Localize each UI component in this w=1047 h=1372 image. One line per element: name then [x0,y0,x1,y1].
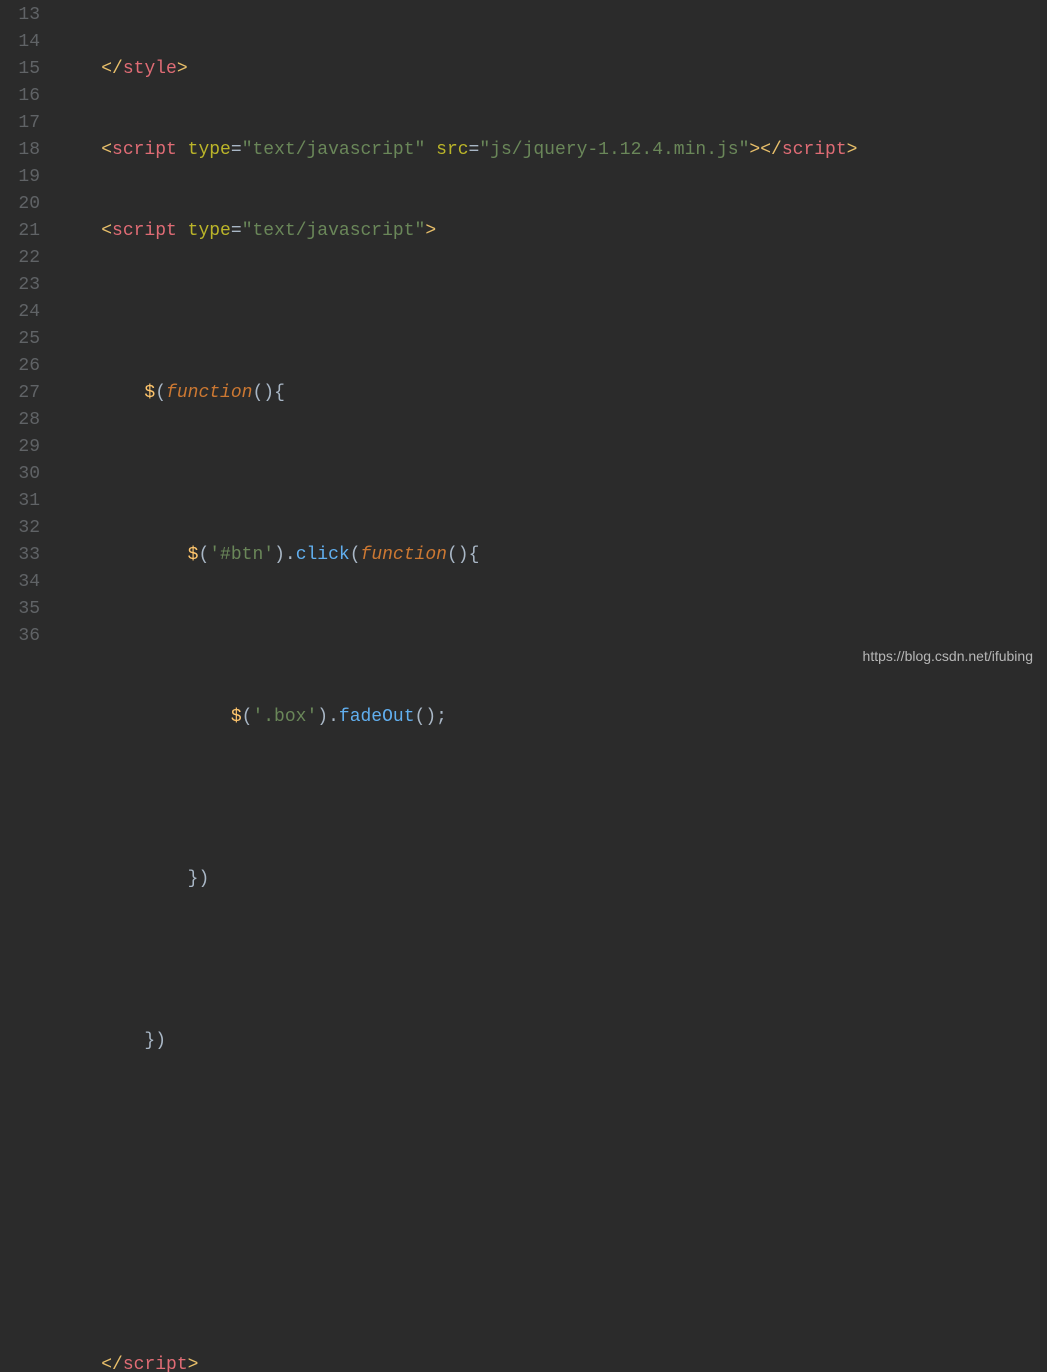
line-number: 34 [0,569,40,596]
code-editor[interactable]: 13 14 15 16 17 18 19 20 21 22 23 24 25 2… [0,0,1047,686]
code-line[interactable]: }) [58,1028,1047,1055]
code-line[interactable]: <script type="text/javascript" src="js/j… [58,137,1047,164]
code-line[interactable]: $('#btn').click(function(){ [58,542,1047,569]
line-number: 24 [0,299,40,326]
line-number: 28 [0,407,40,434]
line-number: 21 [0,218,40,245]
code-line[interactable] [58,299,1047,326]
line-number: 15 [0,56,40,83]
line-number: 25 [0,326,40,353]
line-number: 35 [0,596,40,623]
line-number: 17 [0,110,40,137]
line-number: 16 [0,83,40,110]
code-line[interactable]: </script> [58,1352,1047,1372]
code-line[interactable]: $('.box').fadeOut(); [58,704,1047,731]
line-number: 32 [0,515,40,542]
line-number: 33 [0,542,40,569]
line-number: 31 [0,488,40,515]
code-line[interactable] [58,947,1047,974]
line-number: 36 [0,623,40,650]
line-number: 27 [0,380,40,407]
code-line[interactable]: <script type="text/javascript"> [58,218,1047,245]
line-number: 13 [0,2,40,29]
line-number: 30 [0,461,40,488]
code-line[interactable]: </style> [58,56,1047,83]
line-number: 29 [0,434,40,461]
watermark-text: https://blog.csdn.net/ifubing [863,643,1033,670]
code-line[interactable] [58,1190,1047,1217]
line-number: 26 [0,353,40,380]
line-number: 23 [0,272,40,299]
line-number: 14 [0,29,40,56]
line-number: 19 [0,164,40,191]
line-number: 20 [0,191,40,218]
code-line[interactable]: }) [58,866,1047,893]
code-line[interactable] [58,1271,1047,1298]
code-line[interactable] [58,1109,1047,1136]
code-area[interactable]: </style> <script type="text/javascript" … [50,2,1047,686]
line-number: 18 [0,137,40,164]
line-number-gutter: 13 14 15 16 17 18 19 20 21 22 23 24 25 2… [0,2,50,686]
line-number: 22 [0,245,40,272]
code-line[interactable] [58,785,1047,812]
code-line[interactable]: $(function(){ [58,380,1047,407]
code-line[interactable] [58,461,1047,488]
